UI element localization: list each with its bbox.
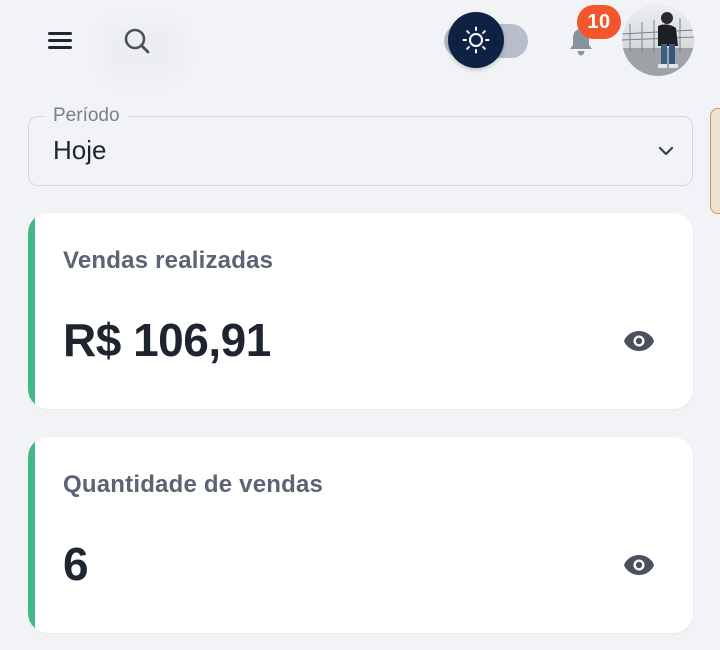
search-icon: [124, 28, 150, 54]
profile-photo: [622, 4, 694, 76]
menu-button[interactable]: [40, 22, 80, 58]
sun-icon: [462, 26, 490, 54]
toggle-visibility-button[interactable]: [622, 326, 656, 356]
avatar[interactable]: [622, 4, 694, 76]
eye-icon: [624, 331, 654, 351]
chevron-down-icon: [658, 146, 674, 156]
notification-count-badge: 10: [577, 5, 621, 39]
sales-total-card: Vendas realizadas R$ 106,91: [28, 213, 693, 409]
card-value: R$ 106,91: [63, 314, 271, 366]
toggle-visibility-button[interactable]: [622, 550, 656, 580]
toggle-thumb: [448, 12, 504, 68]
scroll-indicator[interactable]: [710, 108, 720, 214]
search-button[interactable]: [116, 20, 158, 62]
period-label: Período: [45, 105, 128, 127]
period-select[interactable]: Período Hoje: [28, 105, 693, 186]
sales-count-card: Quantidade de vendas 6: [28, 437, 693, 633]
card-title: Quantidade de vendas: [63, 471, 324, 498]
card-value: 6: [63, 538, 89, 590]
eye-icon: [624, 555, 654, 575]
theme-toggle[interactable]: [442, 12, 528, 68]
hamburger-menu-icon: [48, 32, 72, 49]
period-value: Hoje: [53, 135, 107, 165]
card-title: Vendas realizadas: [63, 247, 274, 274]
top-bar: 10: [0, 0, 720, 84]
